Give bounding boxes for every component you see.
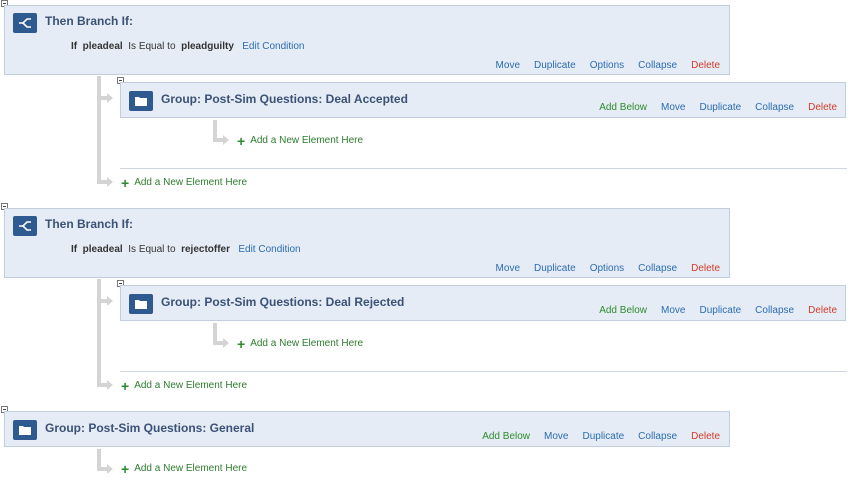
add-below-button[interactable]: Add Below xyxy=(599,102,647,113)
duplicate-button[interactable]: Duplicate xyxy=(699,102,741,113)
cond-operator: Is Equal to xyxy=(128,41,176,52)
folder-icon xyxy=(129,294,153,314)
move-button[interactable]: Move xyxy=(661,305,685,316)
plus-icon: + xyxy=(237,335,246,352)
edit-condition-link[interactable]: Edit Condition xyxy=(242,41,304,52)
add-element-outer-1[interactable]: + Add a New Element Here xyxy=(121,174,248,191)
plus-icon: + xyxy=(121,174,130,191)
plus-icon: + xyxy=(237,132,246,149)
collapse-button[interactable]: Collapse xyxy=(638,263,677,274)
add-below-button[interactable]: Add Below xyxy=(599,305,647,316)
branch-title: Then Branch If: xyxy=(45,14,134,28)
move-button[interactable]: Move xyxy=(544,431,568,442)
delete-button[interactable]: Delete xyxy=(691,60,720,71)
branch-icon xyxy=(13,13,37,33)
add-element-label: Add a New Element Here xyxy=(134,380,248,391)
move-button[interactable]: Move xyxy=(496,60,520,71)
move-button[interactable]: Move xyxy=(496,263,520,274)
options-button[interactable]: Options xyxy=(590,60,624,71)
add-element-label: Add a New Element Here xyxy=(250,135,364,146)
branch-icon xyxy=(13,216,37,236)
group-title: Group: Post-Sim Questions: Deal Rejected xyxy=(161,295,405,309)
options-button[interactable]: Options xyxy=(590,263,624,274)
branch-actions: Move Duplicate Options Collapse Delete xyxy=(482,60,720,71)
group-card-3: Group: Post-Sim Questions: General Add B… xyxy=(4,411,730,447)
add-element-inner-1[interactable]: + Add a New Element Here xyxy=(237,132,364,149)
connector-arrow xyxy=(107,177,113,187)
branch-condition: If pleadeal Is Equal to pleadguilty Edit… xyxy=(71,41,305,52)
connector-arrow xyxy=(223,135,229,145)
tree-connector xyxy=(97,180,107,184)
tree-connector xyxy=(213,138,223,142)
tree-connector xyxy=(97,96,107,100)
add-element-label: Add a New Element Here xyxy=(134,463,248,474)
tree-connector xyxy=(97,279,101,387)
add-below-button[interactable]: Add Below xyxy=(482,431,530,442)
tree-connector xyxy=(97,76,101,184)
duplicate-button[interactable]: Duplicate xyxy=(534,263,576,274)
group-title: Group: Post-Sim Questions: General xyxy=(45,421,255,435)
branch-card-1: Then Branch If: If pleadeal Is Equal to … xyxy=(4,5,730,75)
collapse-button[interactable]: Collapse xyxy=(755,102,794,113)
connector-arrow xyxy=(223,338,229,348)
connector-arrow xyxy=(107,464,113,474)
move-button[interactable]: Move xyxy=(661,102,685,113)
add-element-label: Add a New Element Here xyxy=(250,338,364,349)
tree-connector xyxy=(213,341,223,345)
delete-button[interactable]: Delete xyxy=(691,263,720,274)
cond-value: rejectoffer xyxy=(181,244,230,255)
duplicate-button[interactable]: Duplicate xyxy=(699,305,741,316)
add-element-outer-3[interactable]: + Add a New Element Here xyxy=(121,460,248,477)
branch-actions: Move Duplicate Options Collapse Delete xyxy=(482,263,720,274)
duplicate-button[interactable]: Duplicate xyxy=(582,431,624,442)
folder-icon xyxy=(13,420,37,440)
delete-button[interactable]: Delete xyxy=(808,305,837,316)
group-title: Group: Post-Sim Questions: Deal Accepted xyxy=(161,92,408,106)
divider xyxy=(120,371,847,372)
tree-connector xyxy=(97,299,107,303)
plus-icon: + xyxy=(121,460,130,477)
cond-if: If xyxy=(71,41,78,52)
duplicate-button[interactable]: Duplicate xyxy=(534,60,576,71)
delete-button[interactable]: Delete xyxy=(691,431,720,442)
divider xyxy=(120,168,847,169)
branch-condition: If pleadeal Is Equal to rejectoffer Edit… xyxy=(71,244,301,255)
cond-value: pleadguilty xyxy=(181,41,234,52)
folder-icon xyxy=(129,91,153,111)
connector-arrow xyxy=(107,93,113,103)
tree-connector xyxy=(97,383,107,387)
cond-if: If xyxy=(71,244,78,255)
cond-variable: pleadeal xyxy=(82,244,123,255)
add-element-outer-2[interactable]: + Add a New Element Here xyxy=(121,377,248,394)
cond-variable: pleadeal xyxy=(82,41,123,52)
group-actions: Add Below Move Duplicate Collapse Delete xyxy=(468,431,720,442)
collapse-button[interactable]: Collapse xyxy=(638,431,677,442)
group-actions: Add Below Move Duplicate Collapse Delete xyxy=(585,102,837,113)
group-card-1: Group: Post-Sim Questions: Deal Accepted… xyxy=(120,82,846,118)
collapse-button[interactable]: Collapse xyxy=(755,305,794,316)
edit-condition-link[interactable]: Edit Condition xyxy=(238,244,300,255)
branch-card-2: Then Branch If: If pleadeal Is Equal to … xyxy=(4,208,730,278)
delete-button[interactable]: Delete xyxy=(808,102,837,113)
group-card-2: Group: Post-Sim Questions: Deal Rejected… xyxy=(120,285,846,321)
plus-icon: + xyxy=(121,377,130,394)
tree-connector xyxy=(97,467,107,471)
add-element-inner-2[interactable]: + Add a New Element Here xyxy=(237,335,364,352)
branch-title: Then Branch If: xyxy=(45,217,134,231)
group-actions: Add Below Move Duplicate Collapse Delete xyxy=(585,305,837,316)
connector-arrow xyxy=(107,380,113,390)
connector-arrow xyxy=(107,296,113,306)
add-element-label: Add a New Element Here xyxy=(134,177,248,188)
cond-operator: Is Equal to xyxy=(128,244,176,255)
collapse-button[interactable]: Collapse xyxy=(638,60,677,71)
